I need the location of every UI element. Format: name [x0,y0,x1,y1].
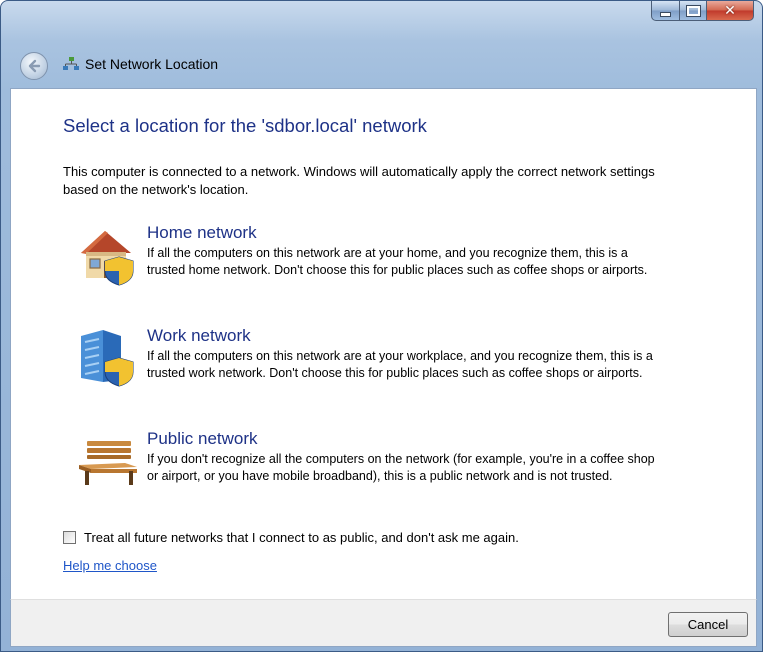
treat-public-checkbox-row[interactable]: Treat all future networks that I connect… [63,530,519,545]
caption-buttons: ✕ [651,1,754,21]
intro-text: This computer is connected to a network.… [63,164,655,197]
cancel-button[interactable]: Cancel [668,612,748,637]
work-network-title: Work network [147,326,251,345]
home-network-description: If all the computers on this network are… [147,246,648,277]
home-network-title: Home network [147,223,257,242]
set-network-location-window: ✕ Set Network Location Select a location… [0,0,763,652]
work-network-description: If all the computers on this network are… [147,349,653,380]
close-button[interactable]: ✕ [707,1,754,21]
home-network-option[interactable]: Home network If all the computers on thi… [75,223,695,313]
footer-bar: Cancel [10,599,757,647]
back-arrow-icon [28,59,41,73]
content-panel: Select a location for the 'sdbor.local' … [10,88,757,599]
network-icon [63,57,79,70]
close-icon: ✕ [724,2,736,19]
nav-bar: Set Network Location [1,45,762,85]
treat-public-checkbox-label[interactable]: Treat all future networks that I connect… [84,530,519,545]
home-network-icon [81,231,134,286]
window-title: Set Network Location [85,56,219,72]
work-network-icon [81,330,134,387]
public-network-description: If you don't recognize all the computers… [147,452,655,483]
minimize-button[interactable] [651,1,680,21]
public-network-icon [79,441,137,485]
work-network-option[interactable]: Work network If all the computers on thi… [75,326,695,416]
public-network-title: Public network [147,429,258,448]
public-network-option[interactable]: Public network If you don't recognize al… [75,429,695,519]
treat-public-checkbox[interactable] [63,531,76,544]
page-heading: Select a location for the 'sdbor.local' … [63,115,427,136]
help-me-choose-link[interactable]: Help me choose [63,558,157,573]
back-button[interactable] [20,52,48,80]
minimize-icon [660,11,671,17]
maximize-icon [685,4,701,17]
maximize-button[interactable] [680,1,707,21]
